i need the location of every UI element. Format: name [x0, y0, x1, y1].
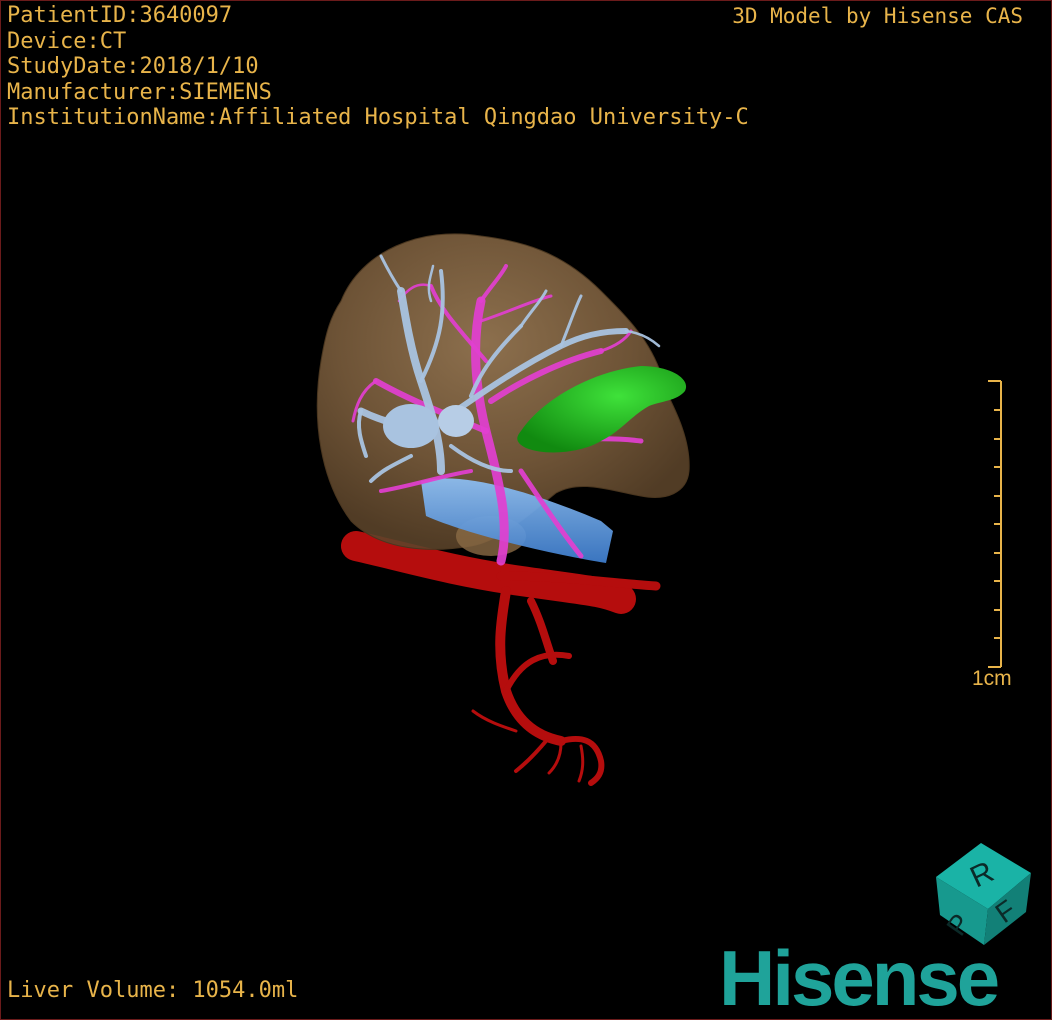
scale-bar-label: 1cm: [972, 667, 1012, 690]
inferior-vena-cava: [421, 478, 613, 563]
institution-name: InstitutionName:Affiliated Hospital Qing…: [7, 105, 749, 130]
scale-bar-icon: [988, 380, 1002, 668]
3d-viewport[interactable]: PatientID:3640097 Device:CT StudyDate:20…: [0, 0, 1052, 1020]
hisense-logo: Hisense: [719, 934, 1000, 1020]
manufacturer: Manufacturer:SIEMENS: [7, 79, 272, 105]
model-credit: 3D Model by Hisense CAS: [732, 4, 1023, 28]
liver-volume-readout: Liver Volume: 1054.0ml: [7, 978, 299, 1003]
liver-3d-model[interactable]: [1, 1, 1052, 1020]
patient-id: PatientID:3640097: [7, 3, 233, 28]
study-info-panel: PatientID:3640097 Device:CT StudyDate:20…: [7, 3, 749, 131]
device: Device:CT: [7, 28, 127, 54]
study-date: StudyDate:2018/1/10: [7, 54, 259, 79]
hepatic-artery: [341, 531, 661, 786]
orientation-cube-icon[interactable]: R P F: [926, 837, 1041, 947]
